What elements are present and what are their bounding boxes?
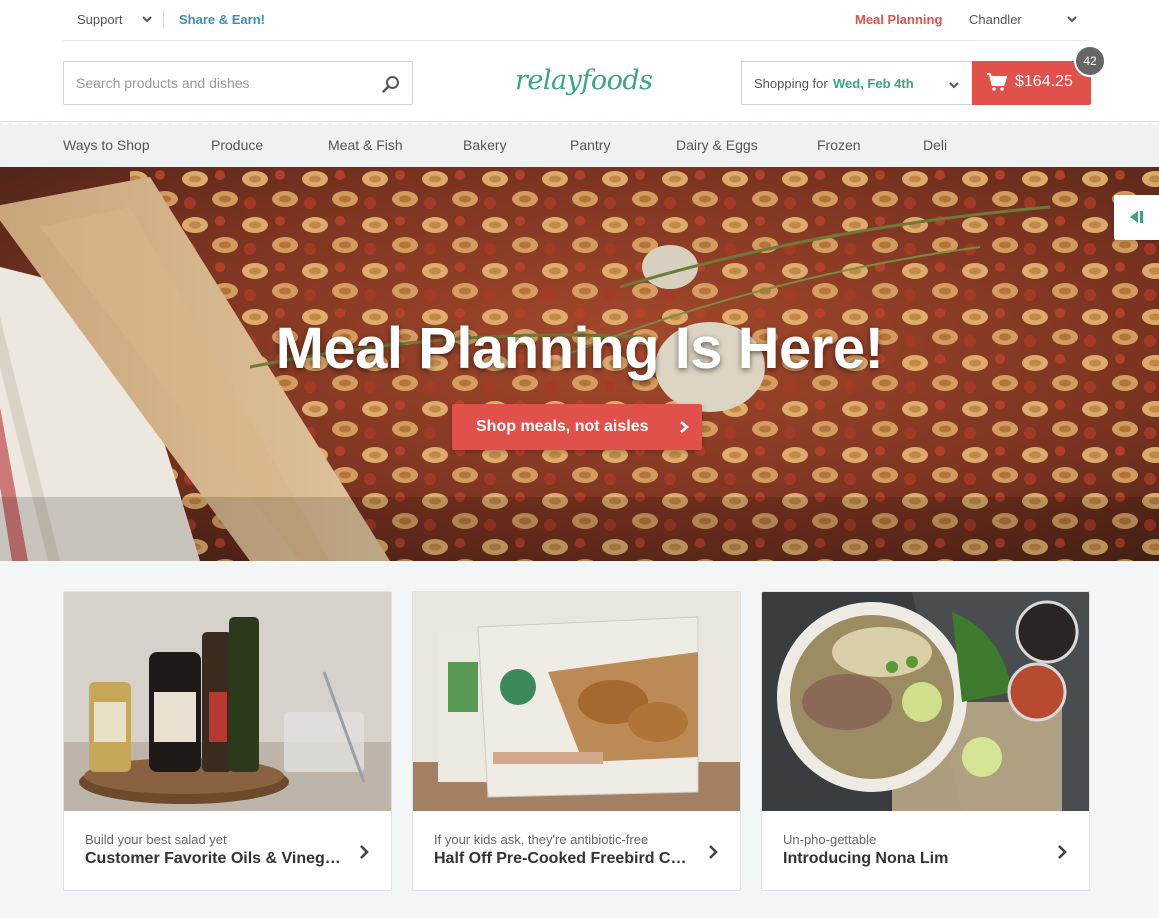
chevron-right-icon xyxy=(360,845,369,859)
cart-icon xyxy=(987,73,1007,91)
hero-title: Meal Planning Is Here! xyxy=(275,316,884,381)
hero-banner: Meal Planning Is Here! Shop meals, not a… xyxy=(0,167,1159,561)
freebird-nuggets-image xyxy=(413,592,740,811)
oils-vinegars-image xyxy=(64,592,391,811)
nav-item-produce[interactable]: Produce xyxy=(211,137,263,153)
nav-wave-border xyxy=(0,122,1159,128)
top-utility-bar-inner: Support Share & Earn! Meal Planning Chan… xyxy=(63,0,1090,41)
card-subtitle: Un-pho-gettable xyxy=(783,832,877,847)
shopping-for-label: Shopping for xyxy=(754,76,828,91)
relayfoods-logo[interactable]: relayfoods xyxy=(515,65,653,96)
divider xyxy=(163,10,164,28)
promo-card-freebird[interactable]: If your kids ask, they're antibiotic-fre… xyxy=(412,591,741,891)
meal-planning-link[interactable]: Meal Planning xyxy=(855,12,942,27)
shop-meals-button-label: Shop meals, not aisles xyxy=(476,418,649,435)
shop-meals-button[interactable]: Shop meals, not aisles xyxy=(452,404,702,450)
nav-item-bakery[interactable]: Bakery xyxy=(463,137,507,153)
cart-count-badge: 42 xyxy=(1074,45,1106,77)
top-utility-bar: Support Share & Earn! Meal Planning Chan… xyxy=(0,0,1159,41)
side-panel-toggle[interactable] xyxy=(1114,195,1159,240)
chevron-down-icon[interactable] xyxy=(1066,13,1078,25)
nav-item-ways-to-shop[interactable]: Ways to Shop xyxy=(63,137,150,153)
site-header: relayfoods Shopping for Wed, Feb 4th $16… xyxy=(0,41,1159,121)
card-title: Introducing Nona Lim xyxy=(783,850,949,867)
card-title: Customer Favorite Oils & Vinegars xyxy=(85,850,345,867)
chevron-down-icon xyxy=(949,82,959,89)
card-title: Half Off Pre-Cooked Freebird Chicken Nug… xyxy=(434,850,694,867)
collapse-panel-icon xyxy=(1130,211,1143,223)
chevron-right-icon xyxy=(709,845,718,859)
nav-item-deli[interactable]: Deli xyxy=(923,137,947,153)
shopping-date: Wed, Feb 4th xyxy=(833,76,914,91)
share-earn-link[interactable]: Share & Earn! xyxy=(179,12,265,27)
pho-bowl-image xyxy=(762,592,1089,811)
search-box xyxy=(63,61,413,105)
cart-total: $164.25 xyxy=(1015,73,1073,90)
category-nav: Ways to Shop Produce Meat & Fish Bakery … xyxy=(0,121,1159,167)
shopping-date-selector[interactable]: Shopping for Wed, Feb 4th xyxy=(741,61,972,105)
card-subtitle: If your kids ask, they're antibiotic-fre… xyxy=(434,832,649,847)
search-input[interactable] xyxy=(64,62,364,104)
nav-item-meat-fish[interactable]: Meat & Fish xyxy=(328,137,403,153)
chevron-right-icon xyxy=(1058,845,1067,859)
chevron-down-icon[interactable] xyxy=(141,13,153,25)
promo-card-nona-lim[interactable]: Un-pho-gettable Introducing Nona Lim xyxy=(761,591,1090,891)
nav-item-dairy-eggs[interactable]: Dairy & Eggs xyxy=(676,137,758,153)
chevron-right-icon xyxy=(680,421,690,433)
promo-card-oils[interactable]: Build your best salad yet Customer Favor… xyxy=(63,591,392,891)
support-menu[interactable]: Support xyxy=(77,12,123,27)
card-subtitle: Build your best salad yet xyxy=(85,832,227,847)
search-icon[interactable] xyxy=(382,75,400,93)
nav-item-frozen[interactable]: Frozen xyxy=(817,137,861,153)
cart-button[interactable]: $164.25 xyxy=(972,61,1091,105)
nav-item-pantry[interactable]: Pantry xyxy=(570,137,610,153)
location-selector[interactable]: Chandler xyxy=(969,12,1022,27)
